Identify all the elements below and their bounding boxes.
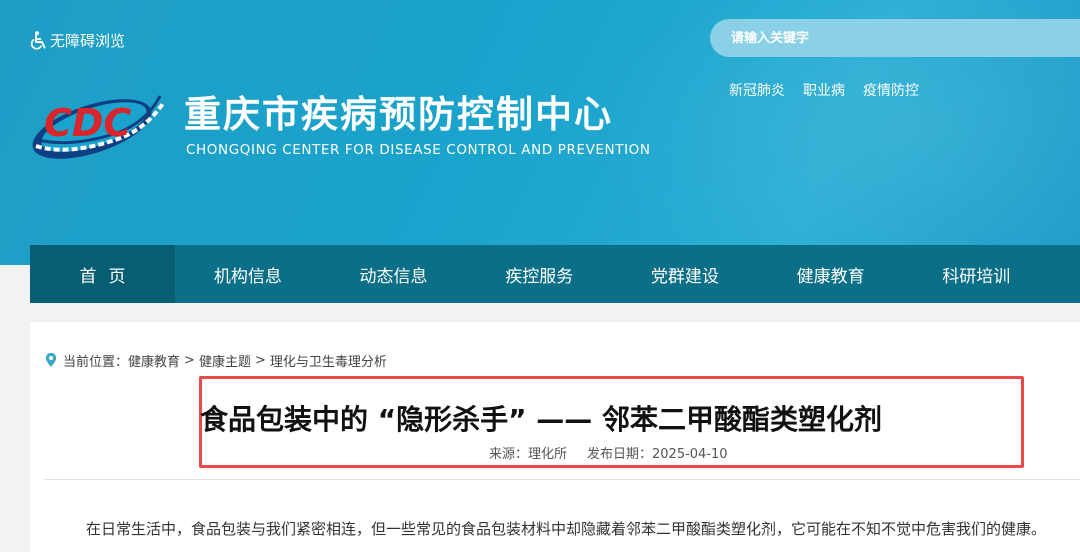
svg-text:CDC: CDC <box>44 101 131 145</box>
article-panel: 当前位置： 健康教育 > 健康主题 > 理化与卫生毒理分析 食品包装中的 “隐形… <box>30 322 1080 552</box>
breadcrumb-toxicology[interactable]: 理化与卫生毒理分析 <box>270 351 387 370</box>
nav-item-services[interactable]: 疾控服务 <box>466 245 612 303</box>
breadcrumb-separator: > <box>184 353 195 368</box>
article-date: 发布日期：2025-04-10 <box>587 447 728 462</box>
nav-item-health-education[interactable]: 健康教育 <box>758 245 904 303</box>
site-subtitle: CHONGQING CENTER FOR DISEASE CONTROL AND… <box>186 142 651 158</box>
breadcrumb-health-topics[interactable]: 健康主题 <box>199 351 251 370</box>
hot-link-covid[interactable]: 新冠肺炎 <box>729 80 785 100</box>
accessibility-link[interactable]: 无障碍浏览 <box>30 29 125 51</box>
divider <box>44 479 1080 480</box>
nav-item-news[interactable]: 动态信息 <box>321 245 467 303</box>
search-input[interactable] <box>731 30 1031 46</box>
article-source: 来源：理化所 <box>489 447 568 462</box>
wheelchair-icon <box>30 30 46 50</box>
site-title: 重庆市疾病预防控制中心 <box>184 93 613 136</box>
breadcrumb-health-education[interactable]: 健康教育 <box>128 351 180 370</box>
location-pin-icon <box>45 353 57 367</box>
site-header: 无障碍浏览 新冠肺炎 职业病 疫情防控 CDC 重庆市疾病预防控制中心 CHON… <box>0 0 1080 265</box>
hot-link-occupational-disease[interactable]: 职业病 <box>803 80 845 100</box>
hot-link-epidemic-control[interactable]: 疫情防控 <box>863 80 919 100</box>
search-box <box>710 19 1080 57</box>
breadcrumb-separator: > <box>254 353 266 368</box>
article-meta: 来源：理化所 发布日期：2025-04-10 <box>489 443 728 462</box>
breadcrumb: 当前位置： 健康教育 > 健康主题 > 理化与卫生毒理分析 <box>45 351 387 370</box>
accessibility-label: 无障碍浏览 <box>50 31 126 50</box>
nav-item-organization[interactable]: 机构信息 <box>175 245 321 303</box>
main-nav: 首页 机构信息 动态信息 疾控服务 党群建设 健康教育 科研培训 <box>30 245 1080 303</box>
nav-item-research[interactable]: 科研培训 <box>903 245 1049 303</box>
article-paragraph: 在日常生活中，食品包装与我们紧密相连，但一些常见的食品包装材料中却隐藏着邻苯二甲… <box>86 520 1047 538</box>
breadcrumb-prefix: 当前位置： <box>63 355 129 370</box>
article-title: 食品包装中的 “隐形杀手” —— 邻苯二甲酸酯类塑化剂 <box>199 403 883 436</box>
nav-item-party[interactable]: 党群建设 <box>612 245 758 303</box>
cdc-logo[interactable]: CDC <box>28 84 170 162</box>
hot-links: 新冠肺炎 职业病 疫情防控 <box>729 80 919 100</box>
nav-item-home[interactable]: 首页 <box>30 245 175 303</box>
